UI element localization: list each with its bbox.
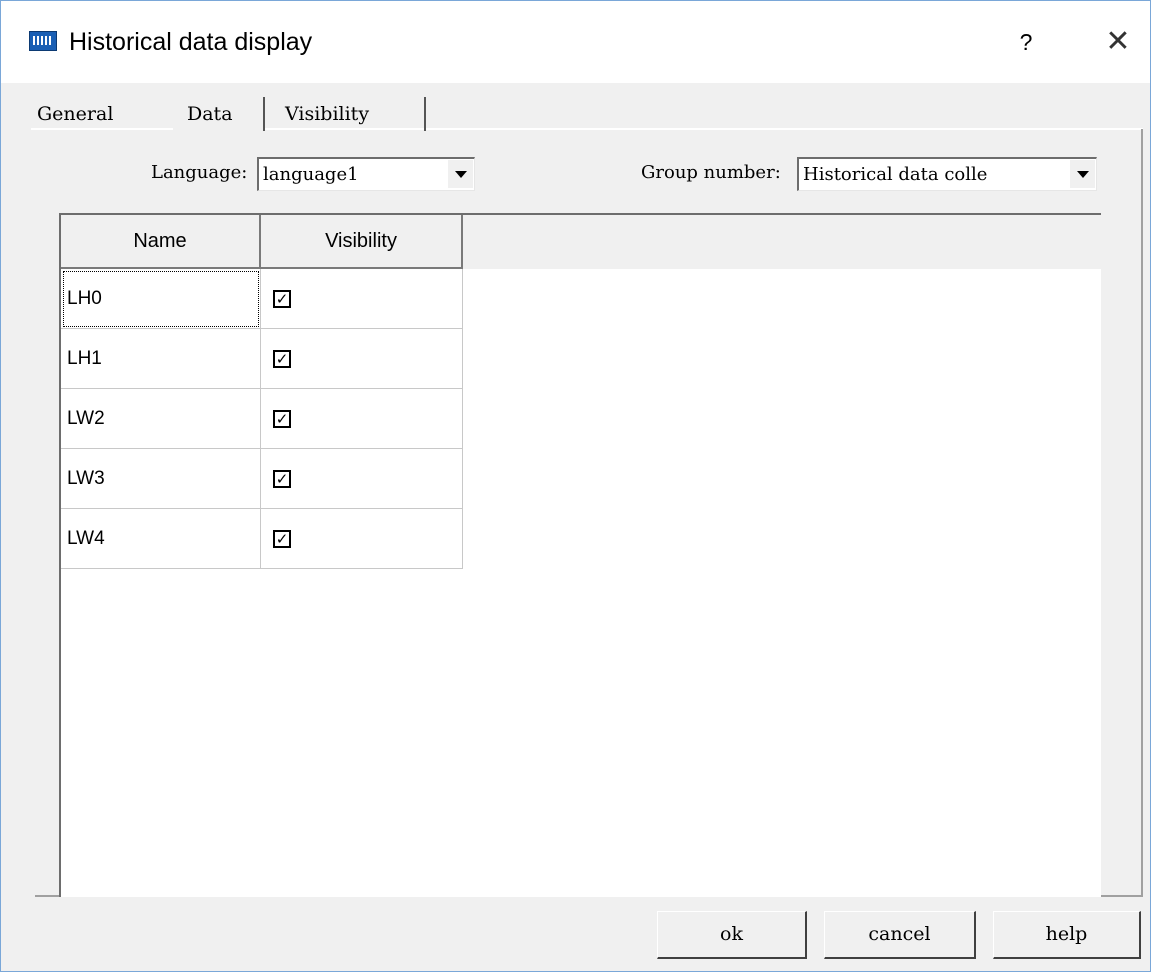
title-bar: Historical data display ? ✕ [1, 1, 1150, 83]
visibility-checkbox[interactable]: ✓ [273, 290, 291, 308]
help-button[interactable]: help [993, 911, 1141, 959]
ok-button[interactable]: ok [657, 911, 807, 959]
table-row: LW2 ✓ [61, 389, 463, 449]
visibility-cell[interactable]: ✓ [261, 389, 463, 449]
visibility-checkbox[interactable]: ✓ [273, 350, 291, 368]
table-row: LW3 ✓ [61, 449, 463, 509]
column-header-visibility[interactable]: Visibility [261, 215, 463, 269]
table-row: LH0 ✓ [61, 269, 463, 329]
name-cell[interactable]: LW4 [61, 509, 261, 569]
tab-data[interactable]: Data [187, 99, 233, 129]
group-number-select[interactable]: Historical data colle [797, 157, 1097, 191]
visibility-cell[interactable]: ✓ [261, 329, 463, 389]
language-select-value: language1 [263, 164, 359, 185]
tab-visibility[interactable]: Visibility [285, 99, 369, 129]
visibility-cell[interactable]: ✓ [261, 269, 463, 329]
language-label: Language: [151, 162, 248, 183]
help-question-button[interactable]: ? [1011, 25, 1041, 59]
tab-divider [263, 97, 265, 131]
name-cell[interactable]: LW3 [61, 449, 261, 509]
data-grid: Name Visibility LH0 ✓ LH1 ✓ LW2 ✓ LW3 ✓ [59, 213, 1101, 897]
column-header-name[interactable]: Name [61, 215, 261, 269]
table-row: LH1 ✓ [61, 329, 463, 389]
visibility-checkbox[interactable]: ✓ [273, 470, 291, 488]
language-select[interactable]: language1 [257, 157, 475, 191]
visibility-checkbox[interactable]: ✓ [273, 410, 291, 428]
name-cell[interactable]: LH0 [61, 269, 261, 329]
table-row: LW4 ✓ [61, 509, 463, 569]
close-icon[interactable]: ✕ [1101, 23, 1135, 61]
visibility-cell[interactable]: ✓ [261, 509, 463, 569]
cancel-button[interactable]: cancel [824, 911, 976, 959]
tab-general[interactable]: General [37, 99, 113, 129]
visibility-checkbox[interactable]: ✓ [273, 530, 291, 548]
dialog-title: Historical data display [69, 28, 313, 56]
chevron-down-icon[interactable] [1069, 160, 1095, 188]
hmi-app-icon [29, 31, 57, 51]
group-number-select-value: Historical data colle [803, 164, 988, 185]
historical-data-display-dialog: Historical data display ? ✕ General Data… [0, 0, 1151, 972]
tab-divider [424, 97, 426, 131]
name-cell[interactable]: LH1 [61, 329, 261, 389]
chevron-down-icon[interactable] [447, 160, 473, 188]
name-cell[interactable]: LW2 [61, 389, 261, 449]
group-number-label: Group number: [641, 162, 781, 183]
visibility-cell[interactable]: ✓ [261, 449, 463, 509]
